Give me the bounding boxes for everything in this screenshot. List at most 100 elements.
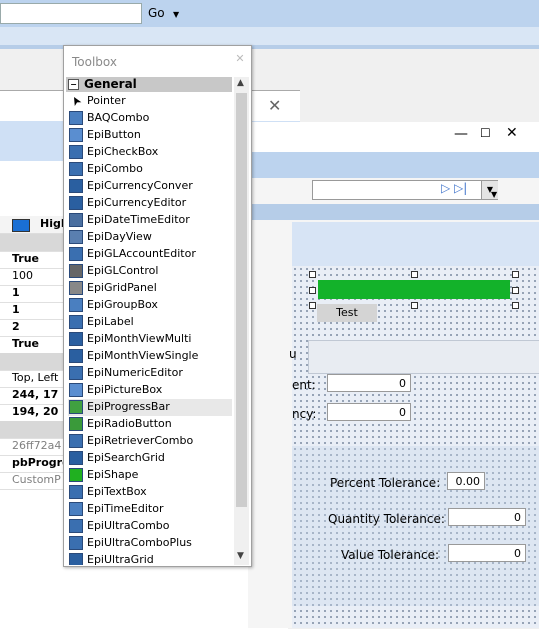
toolbox-item-epimonthviewsingle[interactable]: EpiMonthViewSingle — [68, 348, 232, 365]
ncy-field[interactable]: 0 — [327, 403, 411, 421]
navigation-icons[interactable]: ▷ ▷| — [441, 181, 467, 195]
resize-handle[interactable] — [512, 271, 519, 278]
ultracomboplus-icon — [69, 536, 83, 550]
progressbar-selection[interactable] — [308, 271, 519, 309]
address-input[interactable] — [0, 3, 142, 24]
value-tolerance-field[interactable]: 0 — [448, 544, 526, 562]
property-value: 2 — [12, 320, 20, 333]
scroll-down-icon[interactable]: ▼ — [237, 551, 244, 561]
maximize-icon[interactable]: ☐ — [480, 126, 491, 140]
close-icon[interactable]: ✕ — [268, 96, 281, 115]
label-icon — [69, 315, 83, 329]
toolbox-item-epishape[interactable]: EpiShape — [68, 467, 232, 484]
toolbox-item-epiretrievercombo[interactable]: EpiRetrieverCombo — [68, 433, 232, 450]
resize-handle[interactable] — [309, 287, 316, 294]
ent-field[interactable]: 0 — [327, 374, 411, 392]
toolbox-item-epiprogressbar[interactable]: EpiProgressBar — [68, 399, 232, 416]
property-value: Top, Left — [12, 371, 59, 384]
toolbox-item-epiultracomboplus[interactable]: EpiUltraComboPlus — [68, 535, 232, 552]
scrollbar-thumb[interactable] — [236, 93, 247, 507]
field-label-u: u — [289, 347, 297, 361]
toolbox-scrollbar[interactable]: ▲ ▼ — [234, 77, 249, 565]
datetime-icon — [69, 213, 83, 227]
close-icon[interactable]: ✕ — [232, 52, 248, 68]
toolbox-item-epiultracombo[interactable]: EpiUltraCombo — [68, 518, 232, 535]
form-designer-window: — ☐ ✕ ▼ ▷ ▷| ▼ Test u ent: 0 ncy: 0 Perc… — [248, 122, 539, 628]
baqcombo-icon — [69, 111, 83, 125]
resize-handle[interactable] — [411, 271, 418, 278]
quantity-tolerance-label: Quantity Tolerance: — [328, 512, 445, 526]
toolbox-item-epicurrencyconver[interactable]: EpiCurrencyConver — [68, 178, 232, 195]
toolbox-item-label: EpiUltraComboPlus — [87, 536, 192, 549]
toolbox-item-label: EpiProgressBar — [87, 400, 170, 413]
time-icon — [69, 502, 83, 516]
toolbox-item-label: EpiCheckBox — [87, 145, 159, 158]
toolbox-item-epilabel[interactable]: EpiLabel — [68, 314, 232, 331]
toolbox-item-epicombo[interactable]: EpiCombo — [68, 161, 232, 178]
toolbox-item-epimonthviewmulti[interactable]: EpiMonthViewMulti — [68, 331, 232, 348]
resize-handle[interactable] — [411, 302, 418, 309]
property-value: pbProgre — [12, 456, 70, 469]
toolbox-item-label: EpiShape — [87, 468, 139, 481]
toolbox-item-baqcombo[interactable]: BAQCombo — [68, 110, 232, 127]
go-dropdown-icon[interactable]: ▼ — [173, 10, 179, 19]
toolbox-item-epibutton[interactable]: EpiButton — [68, 127, 232, 144]
form-titlebar — [248, 122, 539, 152]
toolbox-item-epinumericeditor[interactable]: EpiNumericEditor — [68, 365, 232, 382]
retriever-icon — [69, 434, 83, 448]
currency-convert-icon — [69, 179, 83, 193]
toolbox-item-epidayview[interactable]: EpiDayView — [68, 229, 232, 246]
go-button[interactable]: Go — [148, 6, 165, 20]
toolbox-item-epiultragrid[interactable]: EpiUltraGrid — [68, 552, 232, 565]
collapse-icon[interactable]: − — [68, 79, 79, 90]
form-combo[interactable]: ▼ — [312, 180, 498, 200]
toolbox-item-epidatetimeeditor[interactable]: EpiDateTimeEditor — [68, 212, 232, 229]
toolbox-item-epiglcontrol[interactable]: EpiGLControl — [68, 263, 232, 280]
toolbox-item-list: ➤ Pointer BAQCombo EpiButton EpiCheckBox EpiC… — [64, 93, 232, 565]
value-tolerance-label: Value Tolerance: — [341, 548, 440, 562]
toolbox-item-label: EpiCombo — [87, 162, 143, 175]
form-header-strip — [292, 222, 539, 266]
toolbox-item-epigroupbox[interactable]: EpiGroupBox — [68, 297, 232, 314]
progress-bar[interactable] — [318, 280, 510, 299]
shape-icon — [69, 468, 83, 482]
form-toolbar-band — [248, 152, 539, 178]
scroll-up-icon[interactable]: ▲ — [237, 78, 244, 88]
design-canvas[interactable]: Test u ent: 0 ncy: 0 Percent Tolerance: … — [289, 266, 539, 628]
toolbox-item-pointer[interactable]: ➤ Pointer — [67, 93, 232, 110]
toolbox-item-epipicturebox[interactable]: EpiPictureBox — [68, 382, 232, 399]
toolbox-item-label: EpiRetrieverCombo — [87, 434, 194, 447]
glcontrol-icon — [69, 264, 83, 278]
toolbox-item-epitextbox[interactable]: EpiTextBox — [68, 484, 232, 501]
toolbox-item-label: EpiCurrencyEditor — [87, 196, 187, 209]
toolbox-group-general[interactable]: − General — [66, 77, 232, 92]
groupbox-icon — [69, 298, 83, 312]
minimize-icon[interactable]: — — [454, 126, 468, 142]
toolbox-item-label: EpiUltraCombo — [87, 519, 170, 532]
field-label-ent: ent: — [292, 378, 316, 392]
resize-handle[interactable] — [512, 287, 519, 294]
resize-handle[interactable] — [512, 302, 519, 309]
close-icon[interactable]: ✕ — [506, 125, 518, 141]
toolbox-item-label: EpiCurrencyConver — [87, 179, 193, 192]
property-value: True — [12, 337, 40, 350]
toolbox-item-label: EpiDayView — [87, 230, 152, 243]
field-label-ncy: ncy: — [292, 407, 317, 421]
toolbox-item-label: EpiSearchGrid — [87, 451, 165, 464]
toolbox-item-epicheckbox[interactable]: EpiCheckBox — [68, 144, 232, 161]
toolbox-item-epigridpanel[interactable]: EpiGridPanel — [68, 280, 232, 297]
property-value: 194, 20 — [12, 405, 59, 418]
percent-tolerance-field[interactable]: 0.00 — [447, 472, 485, 490]
property-value: True — [12, 252, 40, 265]
nav-dropdown-icon[interactable]: ▼ — [491, 190, 497, 199]
toolbox-item-epicurrencyeditor[interactable]: EpiCurrencyEditor — [68, 195, 232, 212]
resize-handle[interactable] — [309, 271, 316, 278]
toolbox-item-epiradiobutton[interactable]: EpiRadioButton — [68, 416, 232, 433]
toolbox-item-epiglaccounteditor[interactable]: EpiGLAccountEditor — [68, 246, 232, 263]
resize-handle[interactable] — [309, 302, 316, 309]
toolbox-item-episearchgrid[interactable]: EpiSearchGrid — [68, 450, 232, 467]
toolbox-item-epitimeeditor[interactable]: EpiTimeEditor — [68, 501, 232, 518]
test-button[interactable]: Test — [317, 304, 377, 322]
toolbox-item-label: EpiGroupBox — [87, 298, 158, 311]
quantity-tolerance-field[interactable]: 0 — [448, 508, 526, 526]
